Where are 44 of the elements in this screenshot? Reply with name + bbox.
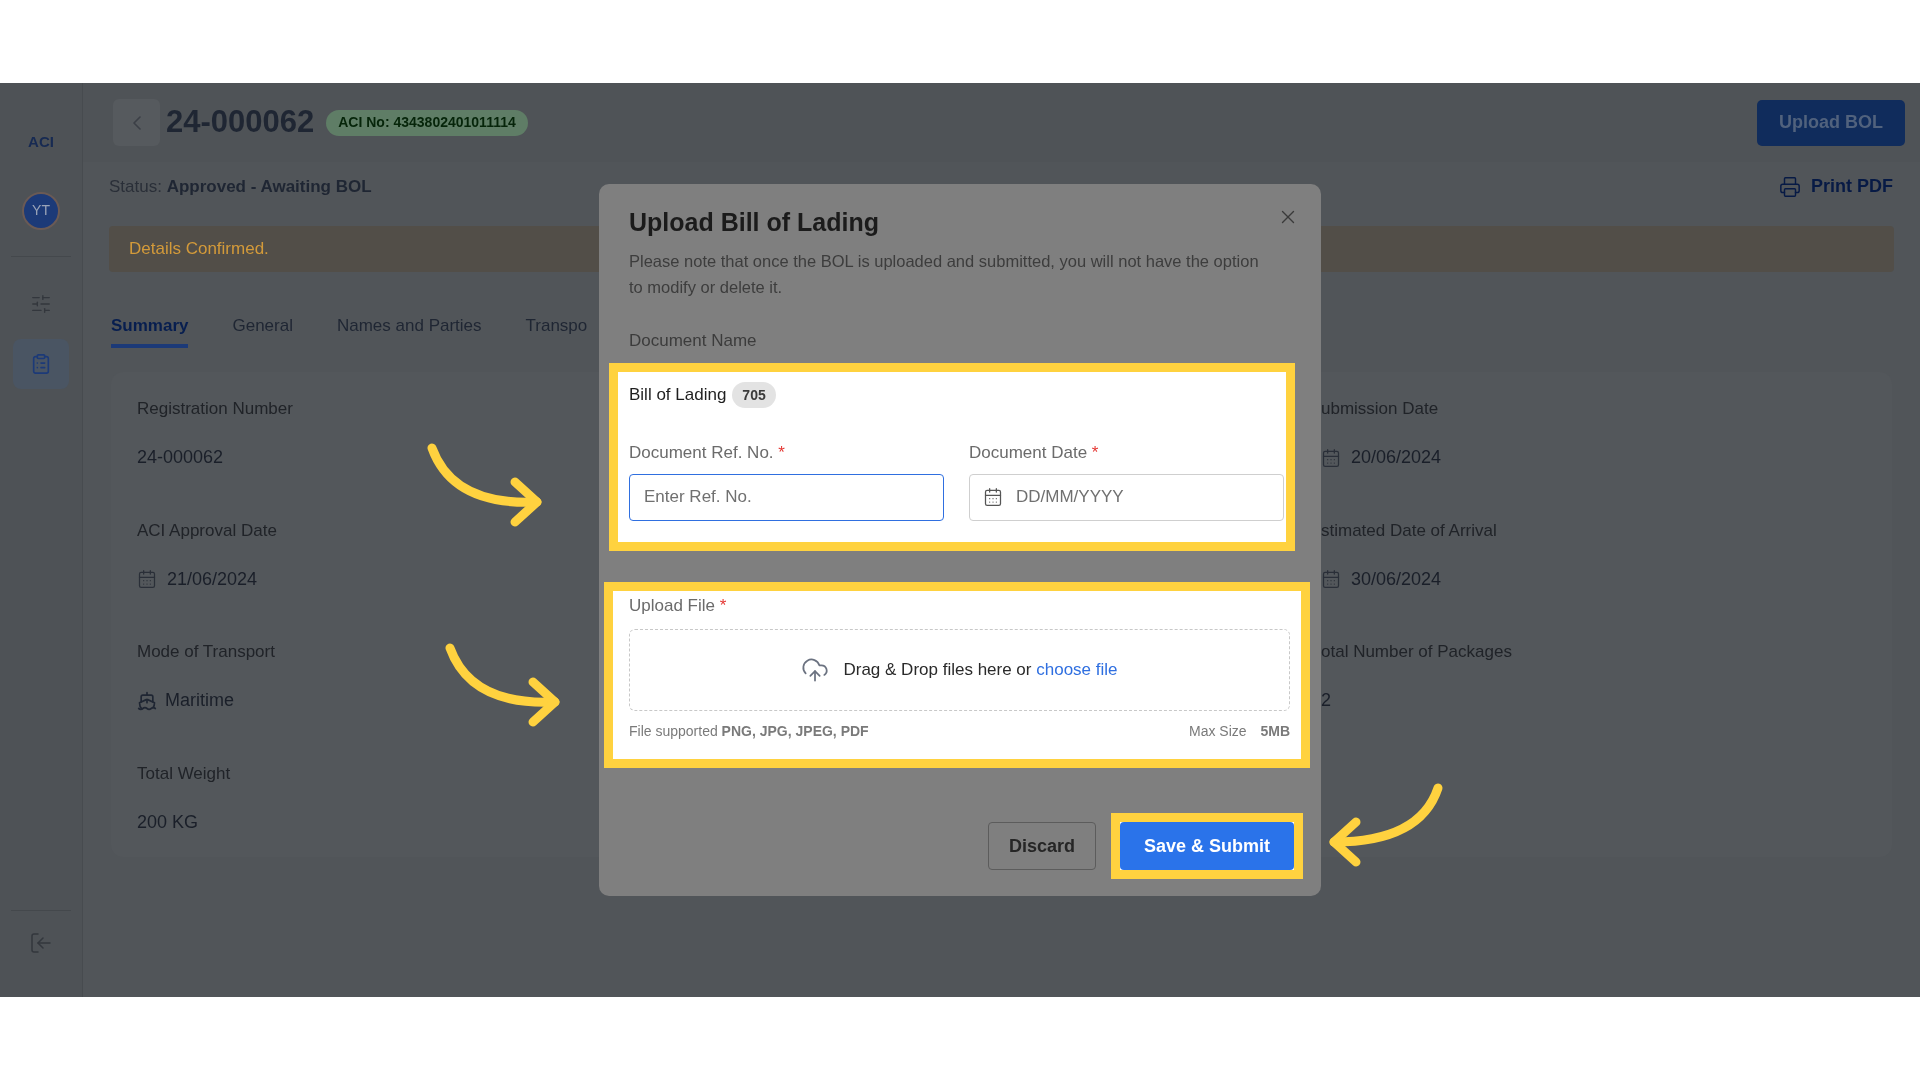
sliders-icon xyxy=(30,292,52,315)
document-code-badge: 705 xyxy=(732,382,776,408)
field-value: 2 xyxy=(1321,689,1331,712)
clipboard-icon xyxy=(30,352,52,375)
save-submit-button[interactable]: Save & Submit xyxy=(1119,822,1294,870)
calendar-icon xyxy=(1321,447,1341,468)
tab[interactable]: Summary xyxy=(111,308,189,348)
date-field[interactable]: DD/MM/YYYY xyxy=(969,473,1284,521)
dropzone-text: Drag & Drop files here or choose file xyxy=(843,658,1118,681)
field-label: Document Date * xyxy=(969,442,1100,464)
back-icon xyxy=(132,115,141,130)
supported-files-text: File supported PNG, JPG, JPEG, PDF xyxy=(629,721,869,741)
print-pdf-link[interactable]: Print PDF xyxy=(1779,173,1893,200)
banner-text: Details Confirmed. xyxy=(129,238,269,261)
max-size-text: Max Size 5MB xyxy=(1188,721,1290,741)
file-dropzone[interactable]: Drag & Drop files here or choose file xyxy=(629,628,1290,711)
app-logo: ACI xyxy=(28,132,54,152)
dialog-description: Please note that once the BOL is uploaded and submitted, you will not have the option to modify or delete it. xyxy=(629,250,1260,298)
back-button[interactable] xyxy=(113,99,160,146)
logout-icon xyxy=(29,931,53,955)
field-value: Maritime xyxy=(165,689,234,712)
field-value: 30/06/2024 xyxy=(1351,567,1442,591)
document-name: Bill of Lading xyxy=(629,384,727,407)
calendar-icon xyxy=(1321,569,1341,589)
logout-button[interactable] xyxy=(29,931,53,955)
field-value: 21/06/2024 xyxy=(167,567,258,591)
calendar-icon xyxy=(137,569,157,589)
choose-file-link[interactable]: choose file xyxy=(1036,659,1118,679)
dialog-title: Upload Bill of Lading xyxy=(629,207,879,238)
aci-number-badge: ACI No: 4343802401011114 xyxy=(326,109,528,136)
field-label: Document Ref. No. * xyxy=(629,442,786,464)
text-field[interactable]: Enter Ref. No. xyxy=(629,473,944,521)
discard-button[interactable]: Discard xyxy=(987,822,1096,870)
upload-bol-button[interactable]: Upload BOL xyxy=(1757,99,1905,146)
nav-item[interactable] xyxy=(13,338,69,389)
calendar-icon xyxy=(983,486,1003,507)
user-avatar[interactable]: YT xyxy=(22,191,60,230)
field-value: 24-000062 xyxy=(137,446,224,469)
printer-icon xyxy=(1779,175,1801,198)
document-name-label: Document Name xyxy=(629,329,758,352)
field-value: 20/06/2024 xyxy=(1351,446,1442,469)
upload-label: Upload File * xyxy=(629,596,727,615)
field-value: 200 KG xyxy=(137,810,199,834)
ship-icon xyxy=(137,690,157,711)
